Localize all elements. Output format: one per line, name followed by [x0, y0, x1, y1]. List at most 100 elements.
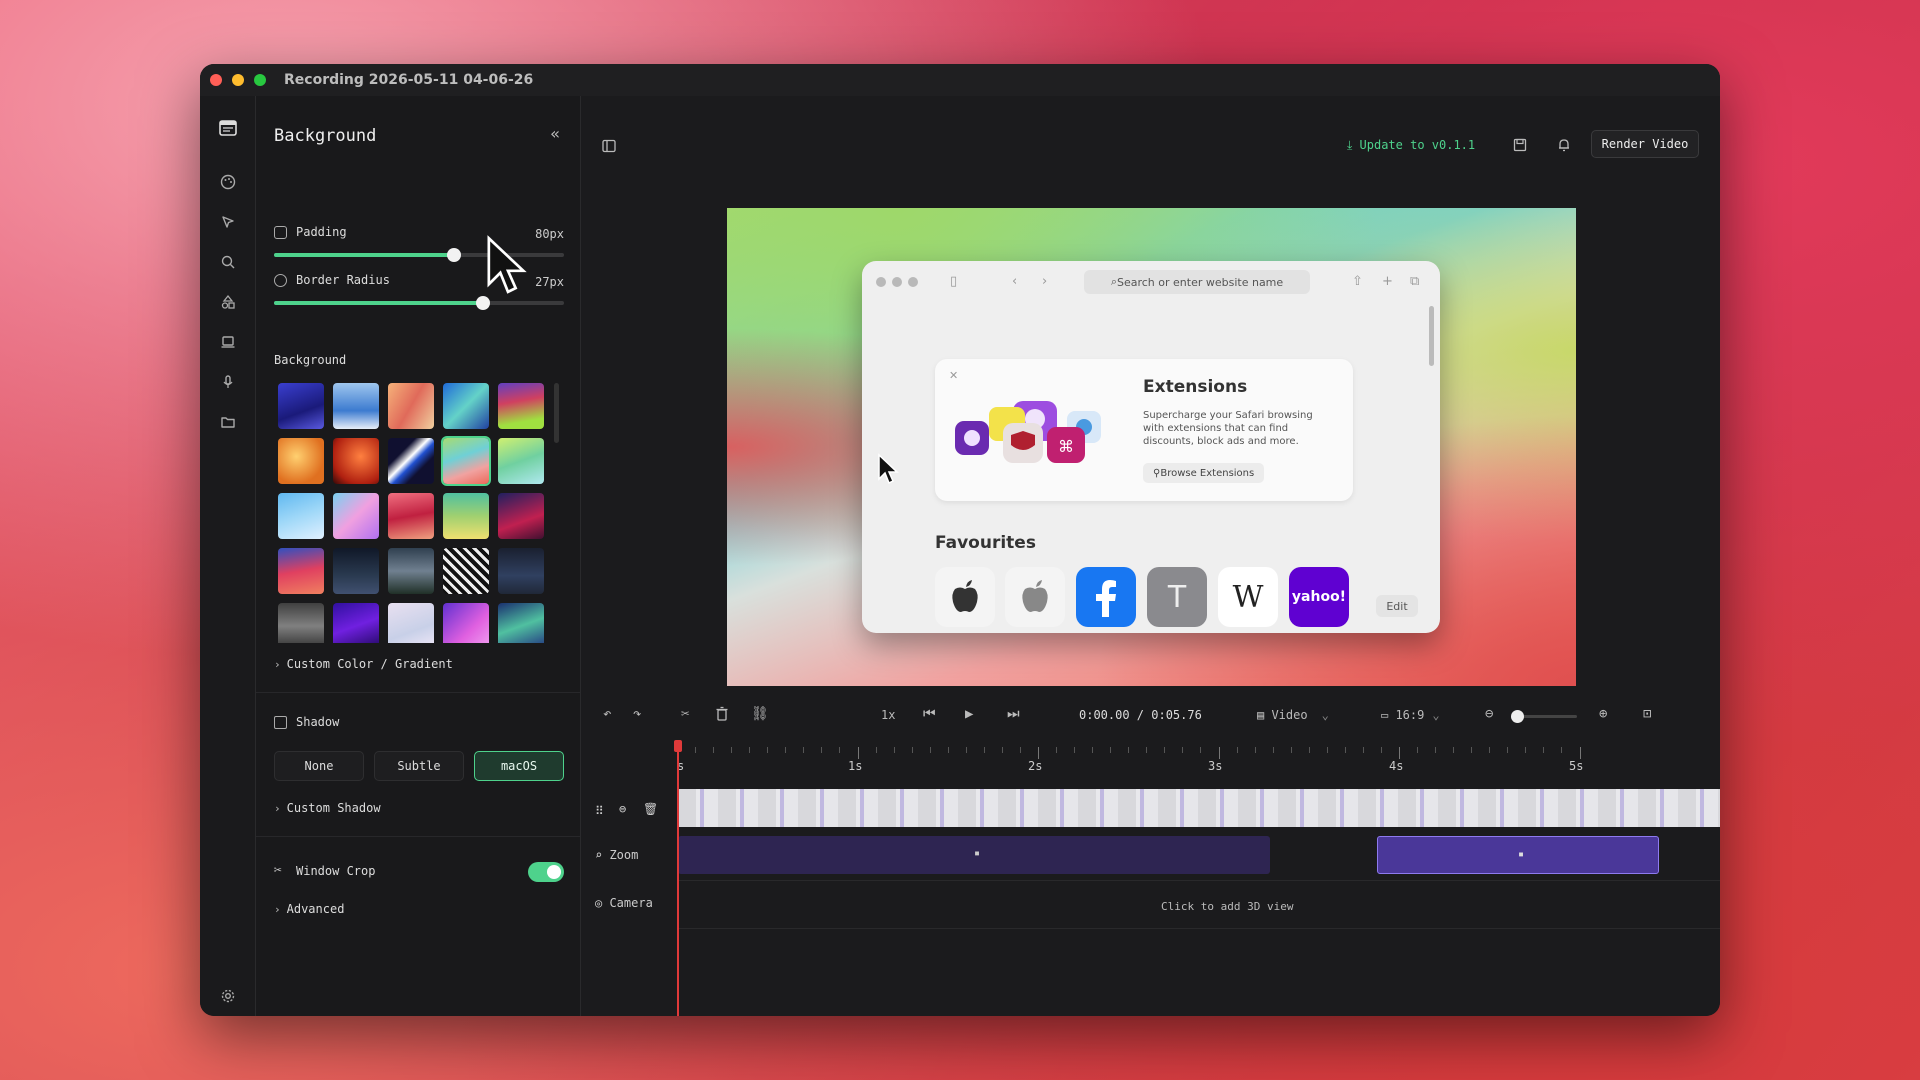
- ruler-label: 1s: [848, 759, 863, 773]
- wallpaper-thumb[interactable]: [388, 383, 434, 429]
- ruler-tick: [875, 747, 877, 753]
- wallpaper-thumb[interactable]: [333, 603, 379, 643]
- wallpaper-thumb[interactable]: [278, 603, 324, 643]
- aspect-selector[interactable]: ▭ 16:9 ⌄: [1381, 708, 1440, 722]
- padding-label: Padding: [296, 225, 347, 239]
- view-selector[interactable]: ▤ Video ⌄: [1257, 708, 1329, 722]
- collapse-panel-icon[interactable]: «: [550, 124, 560, 143]
- wallpaper-scrollbar[interactable]: [554, 383, 559, 443]
- shadow-none-button[interactable]: None: [274, 751, 364, 781]
- wallpaper-thumb[interactable]: [443, 493, 489, 539]
- timeline-zoom-slider[interactable]: [1511, 710, 1577, 723]
- wallpaper-thumb[interactable]: [388, 438, 434, 484]
- skip-forward-icon[interactable]: ⏭: [1007, 706, 1020, 722]
- delete-clip-icon[interactable]: 🗑: [643, 802, 658, 816]
- zoom-out-icon[interactable]: ⊖: [1485, 706, 1493, 722]
- window-crop-toggle[interactable]: [528, 862, 564, 882]
- chevron-down-icon: ⌄: [1432, 708, 1440, 722]
- yahoo-favourite-icon: yahoo!: [1289, 567, 1349, 627]
- scissors-split-icon[interactable]: ✂: [681, 706, 689, 722]
- padding-slider-knob[interactable]: [446, 248, 461, 262]
- save-icon[interactable]: [1513, 138, 1527, 156]
- shapes-icon[interactable]: [218, 292, 238, 312]
- wallpaper-thumb[interactable]: [333, 438, 379, 484]
- extensions-card: ✕ ⌘ Extensions Supercharge your Safari b…: [935, 359, 1353, 501]
- zoom-in-icon[interactable]: ⊕: [1599, 706, 1607, 722]
- window-crop-label: Window Crop: [296, 864, 376, 878]
- bell-icon[interactable]: [1557, 138, 1571, 156]
- render-video-button[interactable]: Render Video: [1591, 130, 1699, 158]
- microphone-icon[interactable]: [218, 372, 238, 392]
- cursor-icon[interactable]: [218, 212, 238, 232]
- wallpaper-thumb[interactable]: [388, 548, 434, 594]
- browser-window-preview: ▯ ‹ › ⌕ Search or enter website name ⇧ +…: [862, 261, 1440, 633]
- minimize-window-button[interactable]: [232, 74, 244, 86]
- layers-icon[interactable]: ⊜: [619, 802, 626, 816]
- link-icon[interactable]: ⛓: [751, 706, 769, 722]
- redo-icon[interactable]: ↷: [633, 706, 641, 722]
- wallpaper-thumb[interactable]: [498, 548, 544, 594]
- wallpaper-thumb[interactable]: [333, 383, 379, 429]
- mouse-cursor-icon: [487, 235, 527, 294]
- wallpaper-thumb[interactable]: [333, 493, 379, 539]
- app-window: Recording 2026-05-11 04-06-26 Background…: [200, 64, 1720, 1016]
- undo-icon[interactable]: ↶: [603, 706, 611, 722]
- wallpaper-thumb[interactable]: [498, 383, 544, 429]
- custom-shadow-expander[interactable]: › Custom Shadow: [274, 801, 381, 815]
- drag-handle-icon[interactable]: ⠿: [595, 804, 604, 818]
- wallpaper-thumb[interactable]: [443, 383, 489, 429]
- play-icon[interactable]: ▶: [965, 706, 973, 722]
- settings-gear-icon[interactable]: [218, 986, 238, 1006]
- zoom-icon[interactable]: [218, 252, 238, 272]
- border-radius-slider-fill: [274, 301, 483, 305]
- playhead-handle[interactable]: [674, 740, 682, 752]
- wallpaper-thumb-selected[interactable]: [441, 436, 491, 486]
- wallpaper-thumb[interactable]: [498, 438, 544, 484]
- update-link[interactable]: ⤓ Update to v0.1.1: [1347, 138, 1475, 153]
- wallpaper-thumb[interactable]: [388, 493, 434, 539]
- skip-back-icon[interactable]: ⏮: [923, 706, 936, 722]
- title-bar: Recording 2026-05-11 04-06-26: [200, 64, 1720, 96]
- background-section-label: Background: [274, 353, 347, 367]
- maximize-window-button[interactable]: [254, 74, 266, 86]
- palette-icon[interactable]: [218, 172, 238, 192]
- close-window-button[interactable]: [210, 74, 222, 86]
- border-radius-icon: [274, 274, 287, 287]
- folder-icon[interactable]: [218, 412, 238, 432]
- preview-canvas[interactable]: ▯ ‹ › ⌕ Search or enter website name ⇧ +…: [727, 208, 1576, 686]
- chevron-right-icon: ›: [274, 658, 281, 671]
- wallpaper-thumb[interactable]: [443, 548, 489, 594]
- ruler-tick: [1110, 747, 1112, 753]
- wallpaper-thumb[interactable]: [498, 493, 544, 539]
- sidebar-toggle-icon[interactable]: [601, 138, 617, 158]
- camera-add-hint[interactable]: Click to add 3D view: [1161, 900, 1293, 913]
- zoom-segment[interactable]: ▪: [678, 836, 1270, 874]
- fit-timeline-icon[interactable]: ⊡: [1643, 706, 1651, 722]
- ruler-tick: [1308, 747, 1310, 753]
- shadow-subtle-button[interactable]: Subtle: [374, 751, 464, 781]
- wallpaper-thumb[interactable]: [443, 603, 489, 643]
- ruler-tick: [965, 747, 967, 753]
- shadow-macos-button[interactable]: macOS: [474, 751, 564, 781]
- border-radius-slider[interactable]: [274, 296, 564, 310]
- playhead[interactable]: [674, 740, 682, 1016]
- wallpaper-thumb[interactable]: [278, 438, 324, 484]
- trash-icon[interactable]: [715, 706, 729, 725]
- advanced-label: Advanced: [286, 902, 345, 916]
- timeline-zoom-knob[interactable]: [1511, 710, 1524, 723]
- wallpaper-thumb[interactable]: [278, 493, 324, 539]
- zoom-segment-selected[interactable]: ▪: [1377, 836, 1659, 874]
- wallpaper-thumb[interactable]: [278, 383, 324, 429]
- advanced-expander[interactable]: › Advanced: [274, 902, 344, 916]
- wallpaper-thumb[interactable]: [388, 603, 434, 643]
- wallpaper-thumb[interactable]: [278, 548, 324, 594]
- device-frame-icon[interactable]: [218, 332, 238, 352]
- ruler-tick: [821, 747, 823, 753]
- speed-button[interactable]: 1x: [881, 708, 895, 722]
- wallpaper-thumb[interactable]: [498, 603, 544, 643]
- custom-color-expander[interactable]: › Custom Color / Gradient: [274, 657, 453, 671]
- wallpaper-thumb[interactable]: [333, 548, 379, 594]
- video-clip-track[interactable]: [678, 789, 1720, 827]
- timeline-ruler[interactable]: s 1s 2s 3s 4s 5s: [677, 741, 1720, 773]
- ruler-tick: [1236, 747, 1238, 753]
